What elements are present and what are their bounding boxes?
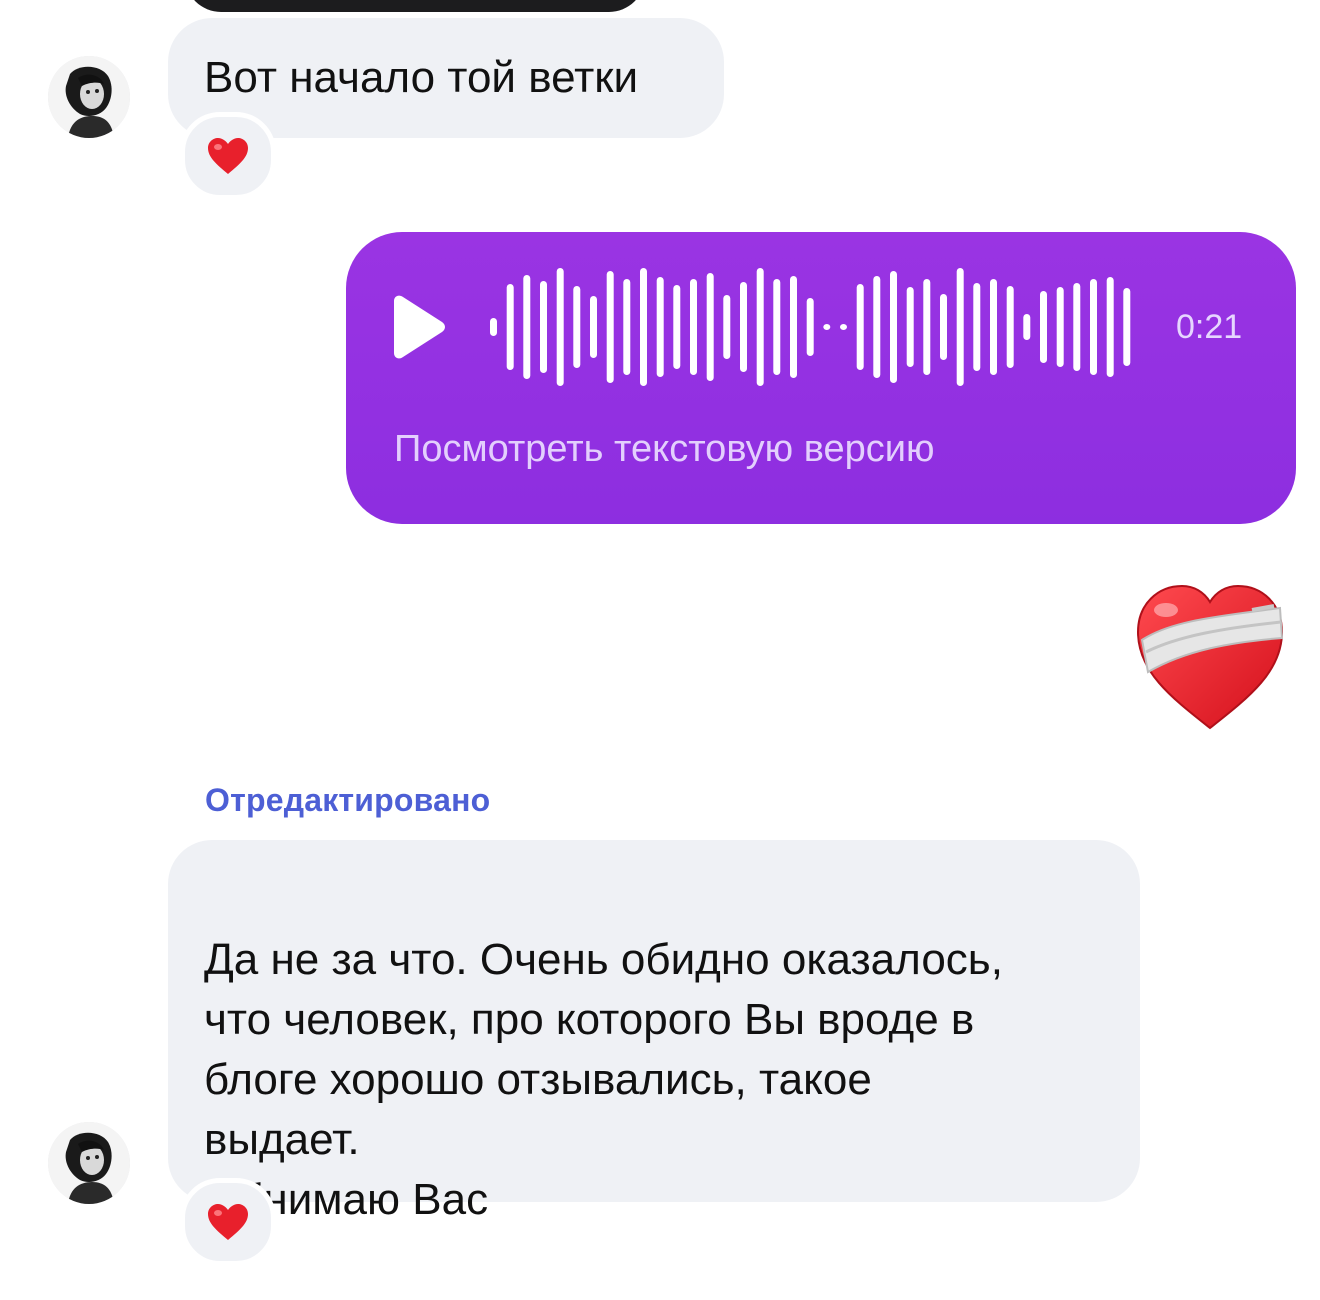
- waveform-bar: [640, 268, 647, 386]
- waveform-bar: [1106, 277, 1114, 377]
- waveform-bar: [873, 276, 881, 378]
- waveform-bar: [840, 324, 847, 330]
- mending-heart-icon: [1136, 584, 1284, 730]
- avatar-photo: [48, 1122, 130, 1204]
- waveform-bar: [956, 268, 964, 386]
- waveform-bar: [573, 286, 581, 368]
- waveform-bar: [673, 285, 681, 369]
- waveform-bar: [523, 275, 531, 379]
- red-heart-icon: [208, 1204, 248, 1240]
- avatar[interactable]: [48, 56, 130, 138]
- message-text: Вот начало той ветки: [204, 53, 639, 102]
- message-text: Да не за что. Очень обидно оказалось, чт…: [204, 935, 1003, 1224]
- waveform-bar: [1023, 314, 1031, 340]
- waveform-bar: [1073, 283, 1081, 371]
- waveform-bar: [940, 294, 947, 360]
- waveform-bar: [1056, 287, 1064, 367]
- avatar[interactable]: [48, 1122, 130, 1204]
- waveform-bar: [923, 279, 931, 375]
- waveform-bar: [1123, 288, 1131, 366]
- reaction-badge[interactable]: [180, 112, 276, 200]
- view-transcript-link[interactable]: Посмотреть текстовую версию: [394, 426, 934, 472]
- previous-message-bubble[interactable]: [185, 0, 645, 12]
- waveform-bar: [756, 268, 764, 386]
- waveform-bar: [973, 283, 981, 371]
- message-bubble[interactable]: Да не за что. Очень обидно оказалось, чт…: [168, 840, 1140, 1224]
- audio-waveform[interactable]: [484, 262, 1134, 392]
- voice-duration: 0:21: [1176, 308, 1243, 346]
- waveform-bar: [706, 273, 714, 381]
- sticker-message[interactable]: [1132, 580, 1288, 732]
- play-button[interactable]: [388, 295, 448, 359]
- waveform-bar: [506, 284, 514, 370]
- waveform-bar: [1040, 291, 1047, 363]
- waveform-bar: [540, 281, 547, 373]
- waveform-bar: [890, 271, 897, 383]
- waveform-bar: [740, 282, 747, 372]
- waveform-bar: [690, 279, 697, 375]
- waveform-bar: [906, 287, 914, 367]
- avatar-photo: [48, 56, 130, 138]
- waveform-bar: [823, 324, 831, 330]
- waveform-bar: [490, 318, 497, 336]
- waveform-bar: [623, 279, 631, 375]
- waveform-bar: [590, 296, 597, 358]
- waveform-bar: [990, 279, 997, 375]
- waveform-bar: [856, 284, 864, 370]
- waveform-bar: [806, 298, 814, 356]
- waveform-bar: [773, 279, 781, 375]
- waveform-bar: [606, 271, 614, 383]
- waveform-bar: [723, 295, 731, 359]
- red-heart-icon: [208, 138, 248, 174]
- waveform-bar: [1090, 279, 1097, 375]
- waveform-bar: [556, 268, 564, 386]
- waveform-bar: [1006, 286, 1014, 368]
- edited-label: Отредактировано: [205, 782, 491, 818]
- waveform-bar: [656, 277, 664, 377]
- reaction-badge[interactable]: [180, 1178, 276, 1266]
- play-icon: [394, 295, 445, 359]
- waveform-bar: [790, 276, 797, 378]
